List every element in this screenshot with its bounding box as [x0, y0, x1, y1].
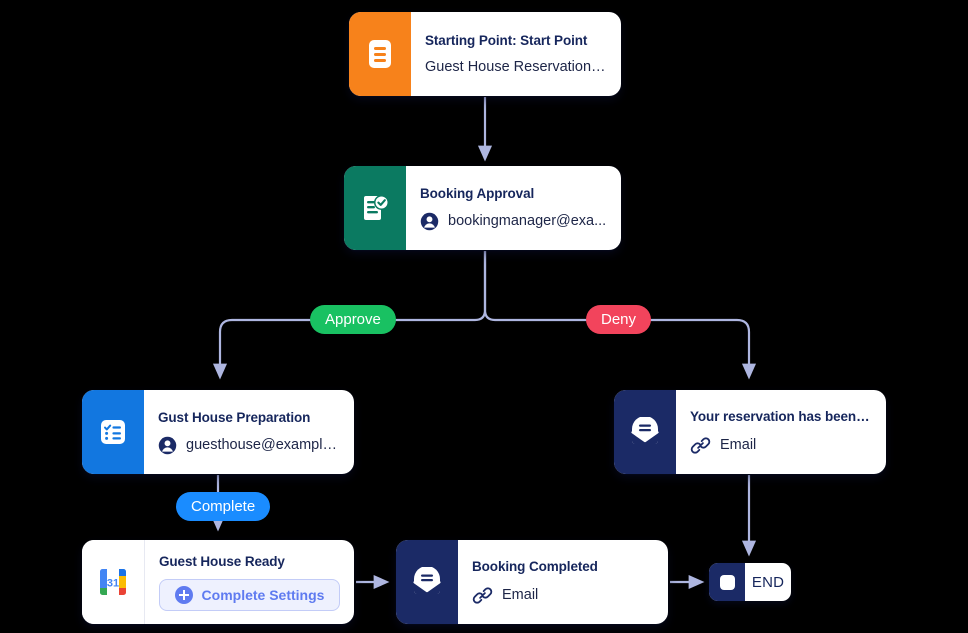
node-booking-approval[interactable]: Booking Approval bookingmanager@exa... [344, 166, 621, 250]
node-end[interactable]: END [709, 563, 791, 601]
node-title: Guest House Ready [159, 553, 285, 569]
google-calendar-icon: 31 [82, 540, 145, 624]
workflow-canvas: Starting Point: Start Point Guest House … [0, 0, 968, 633]
node-title: Gust House Preparation [158, 409, 311, 425]
stop-square-glyph [719, 574, 735, 590]
node-subtitle-text: guesthouse@example... [186, 437, 340, 453]
node-subtitle: Email [472, 585, 654, 606]
document-check-icon [344, 166, 406, 250]
link-icon [690, 435, 711, 456]
edge-label-deny-text: Deny [601, 311, 637, 328]
node-title: Booking Completed [472, 558, 598, 574]
edge-label-complete[interactable]: Complete [176, 492, 271, 521]
node-body: Guest House Ready Complete Settings [145, 540, 354, 624]
edge-label-complete-text: Complete [191, 498, 256, 515]
node-subtitle-text: Email [502, 587, 539, 603]
node-title: Booking Approval [420, 185, 535, 201]
node-body: Starting Point: Start Point Guest House … [411, 12, 621, 96]
complete-settings-button[interactable]: Complete Settings [159, 578, 340, 611]
envelope-icon [396, 540, 458, 624]
svg-text:31: 31 [107, 578, 119, 590]
node-subtitle-text: Guest House Reservation ... [425, 59, 607, 75]
edge-label-approve[interactable]: Approve [310, 305, 396, 334]
edge-label-approve-text: Approve [325, 311, 381, 328]
stop-square-icon [709, 563, 745, 601]
node-booking-completed[interactable]: Booking Completed Email [396, 540, 668, 624]
node-reservation-denied-email[interactable]: Your reservation has been de... Email [614, 390, 886, 474]
edge-label-deny[interactable]: Deny [586, 305, 652, 334]
end-label: END [751, 573, 785, 591]
person-icon [420, 212, 439, 231]
complete-settings-label: Complete Settings [201, 586, 325, 603]
node-subtitle: bookingmanager@exa... [420, 212, 607, 231]
node-subtitle-text: bookingmanager@exa... [448, 213, 607, 229]
envelope-icon [614, 390, 676, 474]
person-icon [158, 436, 177, 455]
node-body: Gust House Preparation guesthouse@exampl… [144, 390, 354, 474]
node-body: Booking Completed Email [458, 540, 668, 624]
node-guest-house-preparation[interactable]: Gust House Preparation guesthouse@exampl… [82, 390, 354, 474]
plus-circle-icon [174, 585, 193, 604]
node-body: Booking Approval bookingmanager@exa... [406, 166, 621, 250]
node-title: Your reservation has been de... [690, 408, 872, 424]
node-title: Starting Point: Start Point [425, 33, 588, 48]
node-start-point[interactable]: Starting Point: Start Point Guest House … [349, 12, 621, 96]
node-subtitle: Guest House Reservation ... [425, 59, 607, 75]
node-body: Your reservation has been de... Email [676, 390, 886, 474]
node-guest-house-ready[interactable]: 31 Guest House Ready Complete Settings [82, 540, 354, 624]
document-lines-icon [349, 12, 411, 96]
checklist-icon [82, 390, 144, 474]
node-subtitle-text: Email [720, 437, 757, 453]
link-icon [472, 585, 493, 606]
node-subtitle: guesthouse@example... [158, 436, 340, 455]
node-subtitle: Email [690, 435, 872, 456]
